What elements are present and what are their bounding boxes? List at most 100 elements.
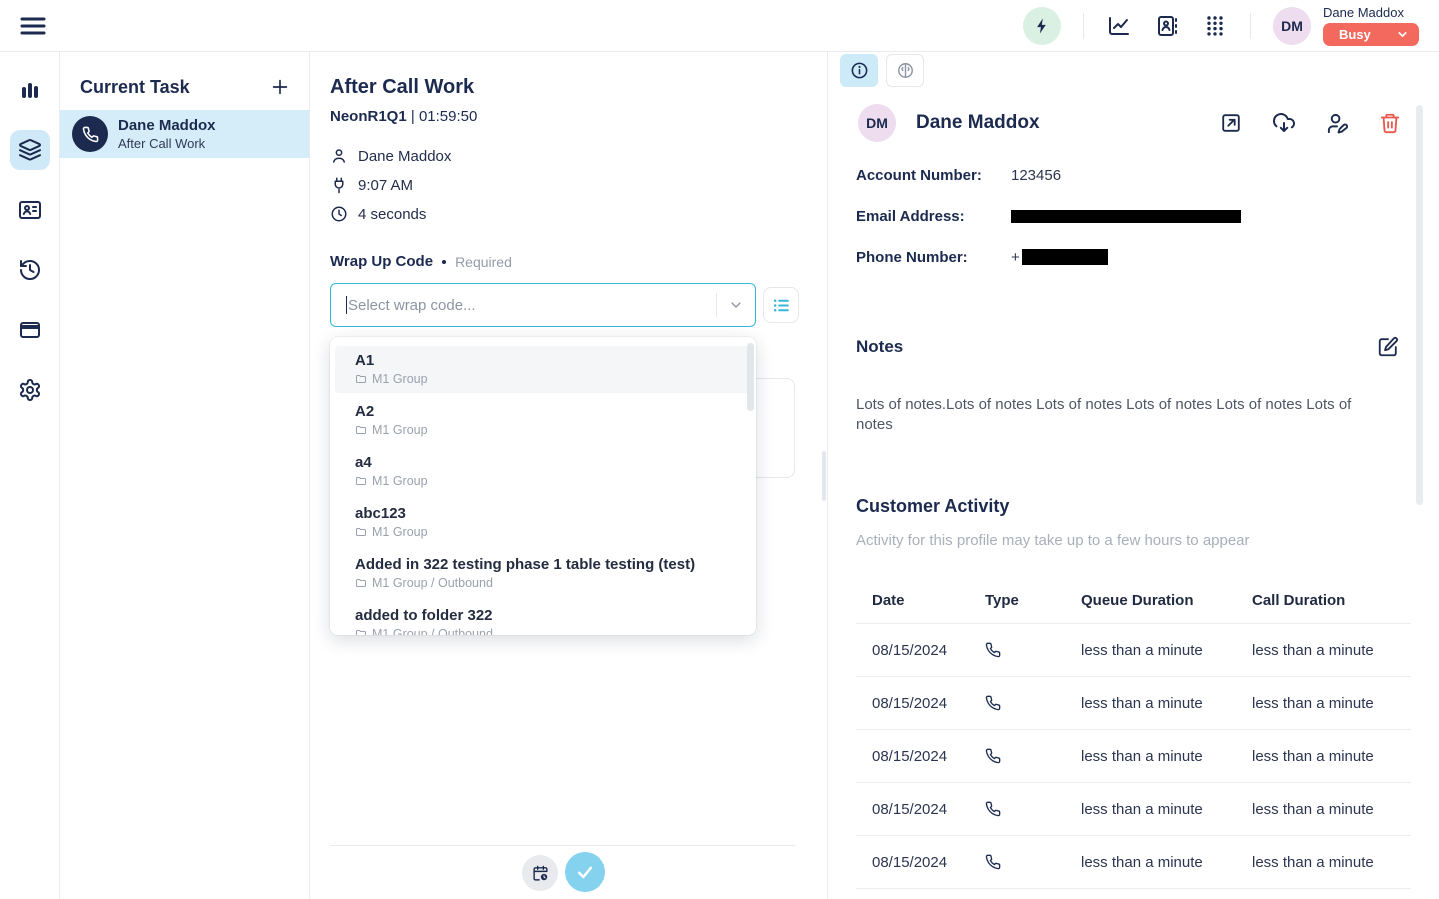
required-label: Required [455,254,512,270]
add-task-button[interactable] [267,74,293,100]
field-label: Phone Number: [856,249,1011,266]
dropdown-scrollbar[interactable] [747,343,754,411]
notes-body: Lots of notes.Lots of notes Lots of note… [856,395,1389,436]
delete-contact-button[interactable] [1379,112,1401,134]
table-row[interactable]: 08/15/2024 less than a minute less than … [856,677,1411,730]
table-row[interactable]: 08/15/2024 less than a minute less than … [856,730,1411,783]
brain-icon [896,61,915,80]
download-profile-button[interactable] [1272,111,1296,135]
chevron-down-icon[interactable] [717,297,755,313]
acw-footer-actions [522,852,605,892]
table-row[interactable]: 08/15/2024 less than a minute less than … [856,836,1411,889]
history-icon [18,258,42,282]
cell-date: 08/15/2024 [872,695,985,712]
clock-icon [330,205,348,223]
plug-icon [330,176,348,194]
browse-wrap-codes-button[interactable] [763,287,799,323]
profile-header: DM Dane Maddox [858,104,1401,142]
rail-item-browser[interactable] [10,310,50,350]
panel-scrollbar[interactable] [822,451,826,501]
wrap-code-option[interactable]: A1 M1 Group [335,346,751,393]
task-avatar [72,116,108,152]
cell-date: 08/15/2024 [872,748,985,765]
phone-icon [985,748,1081,764]
phone-icon [82,126,99,143]
avatar[interactable]: DM [1273,7,1311,45]
redacted-email-value [1011,210,1241,223]
text-caret [346,296,347,314]
rail-item-history[interactable] [10,250,50,290]
table-row[interactable]: 08/15/2024 less than a minute less than … [856,783,1411,836]
nav-rail [0,52,60,899]
phone-icon [985,854,1081,870]
cell-call-duration: less than a minute [1252,801,1411,818]
profile-fields: Account Number: 123456 Email Address: Ph… [856,165,1241,288]
wrap-code-placeholder: Select wrap code... [348,297,476,314]
status-dropdown[interactable]: Busy [1323,23,1419,46]
wrap-code-option[interactable]: added to folder 322 M1 Group / Outbound [335,601,751,635]
contacts-button[interactable] [1154,13,1180,39]
rail-item-analytics[interactable] [10,70,50,110]
meta-contact-name: Dane Maddox [358,148,451,165]
panel-scrollbar[interactable] [1416,105,1423,505]
dialpad-icon [1204,14,1226,38]
cell-call-duration: less than a minute [1252,748,1411,765]
folder-icon [355,526,367,538]
rail-item-tasks[interactable] [10,130,50,170]
column-header-date: Date [872,592,985,609]
option-group: M1 Group / Outbound [372,576,493,590]
dialpad-button[interactable] [1202,13,1228,39]
calendar-clock-icon [532,865,549,882]
option-label: abc123 [355,505,735,522]
task-list-item[interactable]: Dane Maddox After Call Work [60,110,309,158]
wrap-code-select[interactable]: Select wrap code... [330,283,756,327]
activity-table: Date Type Queue Duration Call Duration 0… [856,578,1411,889]
hamburger-menu-button[interactable] [16,9,50,43]
schedule-button[interactable] [522,855,558,891]
folder-icon [355,577,367,589]
complete-task-button[interactable] [565,852,605,892]
info-icon [850,61,869,80]
required-dot [442,260,446,264]
column-header-type: Type [985,592,1081,609]
task-state-label: After Call Work [118,136,216,151]
rail-item-contacts[interactable] [10,190,50,230]
quick-actions-button[interactable] [1023,7,1061,45]
list-icon [772,296,791,315]
wrap-code-option[interactable]: A2 M1 Group [335,397,751,444]
tab-insights[interactable] [886,54,924,87]
folder-icon [355,628,367,635]
customer-activity-title: Customer Activity [856,496,1009,517]
option-label: A2 [355,403,735,420]
hamburger-icon [20,16,46,36]
chevron-down-icon [1396,28,1409,41]
open-external-button[interactable] [1220,112,1242,134]
wrap-up-label: Wrap Up Code [330,253,433,270]
top-bar-divider [1250,13,1251,39]
edit-notes-button[interactable] [1377,336,1399,358]
task-detail-panel: After Call Work NeonR1Q1 | 01:59:50 Dane… [310,52,828,899]
notes-title: Notes [856,337,903,357]
field-phone: Phone Number: + [856,247,1241,267]
plus-icon [269,76,291,98]
cell-date: 08/15/2024 [872,642,985,659]
customer-name: Dane Maddox [916,112,1040,134]
wrap-code-option[interactable]: abc123 M1 Group [335,499,751,546]
edit-contact-button[interactable] [1326,112,1349,135]
wrap-code-option[interactable]: Added in 322 testing phase 1 table testi… [335,550,751,597]
wrap-code-dropdown: A1 M1 Group A2 M1 Group a4 M1 Group abc1… [330,337,756,635]
wrap-code-option[interactable]: a4 M1 Group [335,448,751,495]
cell-queue-duration: less than a minute [1081,695,1252,712]
analytics-button[interactable] [1106,13,1132,39]
field-label: Account Number: [856,167,1011,184]
avatar: DM [858,104,896,142]
cell-queue-duration: less than a minute [1081,748,1252,765]
table-row[interactable]: 08/15/2024 less than a minute less than … [856,624,1411,677]
campaign-name: NeonR1Q1 [330,108,407,125]
task-meta: Dane Maddox 9:07 AM 4 seconds [330,147,451,223]
tab-info[interactable] [840,54,878,87]
rail-item-settings[interactable] [10,370,50,410]
cell-call-duration: less than a minute [1252,695,1411,712]
option-label: Added in 322 testing phase 1 table testi… [355,556,735,573]
cell-date: 08/15/2024 [872,854,985,871]
